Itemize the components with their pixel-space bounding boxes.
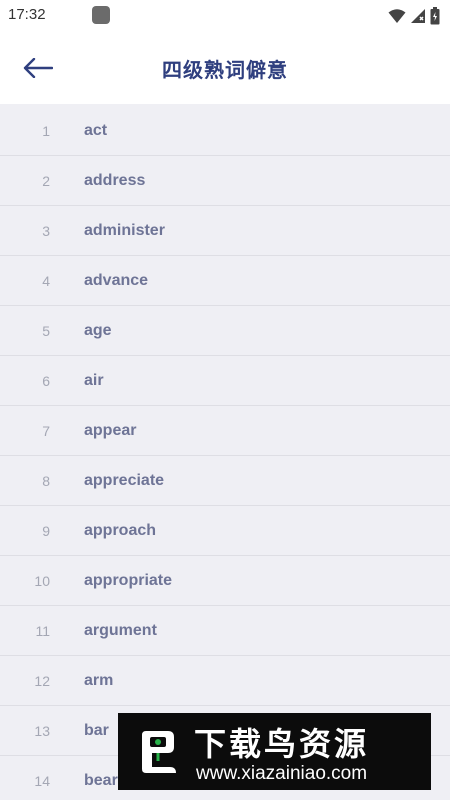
item-word: arm	[84, 671, 114, 689]
list-item[interactable]: 7 appear	[0, 406, 450, 456]
item-word: advance	[84, 271, 149, 289]
item-word: act	[84, 121, 108, 139]
item-number: 5	[42, 322, 50, 339]
item-number: 10	[34, 572, 50, 589]
item-number: 1	[42, 122, 50, 139]
item-word: administer	[84, 221, 165, 239]
item-number: 6	[42, 372, 50, 389]
watermark-url: www.xiazainiao.com	[196, 763, 368, 784]
list-item[interactable]: 1 act	[0, 106, 450, 156]
watermark-title: 下载鸟资源	[194, 725, 370, 763]
list-item[interactable]: 6 air	[0, 356, 450, 406]
list-item[interactable]: 11 argument	[0, 606, 450, 656]
list-item[interactable]: 4 advance	[0, 256, 450, 306]
item-word: appropriate	[84, 571, 173, 589]
item-number: 2	[42, 172, 50, 189]
item-number: 13	[34, 722, 50, 739]
header: 四级熟词僻意	[0, 32, 450, 104]
item-word: air	[84, 371, 104, 389]
item-word: bar	[84, 721, 109, 739]
status-icons	[388, 6, 440, 26]
item-number: 3	[42, 222, 50, 239]
word-list: 1 act 2 address 3 administer 4 advance 5 age …	[0, 106, 450, 800]
signal-icon	[411, 9, 425, 23]
list-item[interactable]: 10 appropriate	[0, 556, 450, 606]
item-number: 4	[42, 272, 50, 289]
item-number: 14	[34, 772, 50, 789]
list-item[interactable]: 2 address	[0, 156, 450, 206]
item-number: 12	[34, 672, 50, 689]
list-item[interactable]: 8 appreciate	[0, 456, 450, 506]
list-item[interactable]: 12 arm	[0, 656, 450, 706]
status-bar: 17:32	[0, 0, 450, 32]
item-word: appreciate	[84, 471, 165, 489]
app-notification-icon	[92, 6, 110, 24]
item-word: approach	[84, 521, 157, 539]
item-word: argument	[84, 621, 157, 639]
watermark: 下载鸟资源 www.xiazainiao.com	[118, 713, 431, 790]
screen: 17:32 四级熟词僻意 1 act 2 address 3 administe…	[0, 0, 450, 800]
item-word: bear	[84, 771, 118, 789]
list-item[interactable]: 3 administer	[0, 206, 450, 256]
item-number: 8	[42, 472, 50, 489]
list-item[interactable]: 5 age	[0, 306, 450, 356]
item-number: 7	[42, 422, 50, 439]
list-item[interactable]: 9 approach	[0, 506, 450, 556]
wifi-icon	[388, 9, 406, 23]
bird-logo-icon	[142, 731, 176, 773]
item-number: 9	[42, 522, 50, 539]
item-word: address	[84, 171, 146, 189]
page-title: 四级熟词僻意	[162, 58, 288, 82]
status-time: 17:32	[8, 6, 46, 23]
battery-icon	[430, 7, 440, 25]
item-word: age	[84, 321, 112, 339]
item-number: 11	[35, 622, 50, 639]
item-word: appear	[84, 421, 137, 439]
